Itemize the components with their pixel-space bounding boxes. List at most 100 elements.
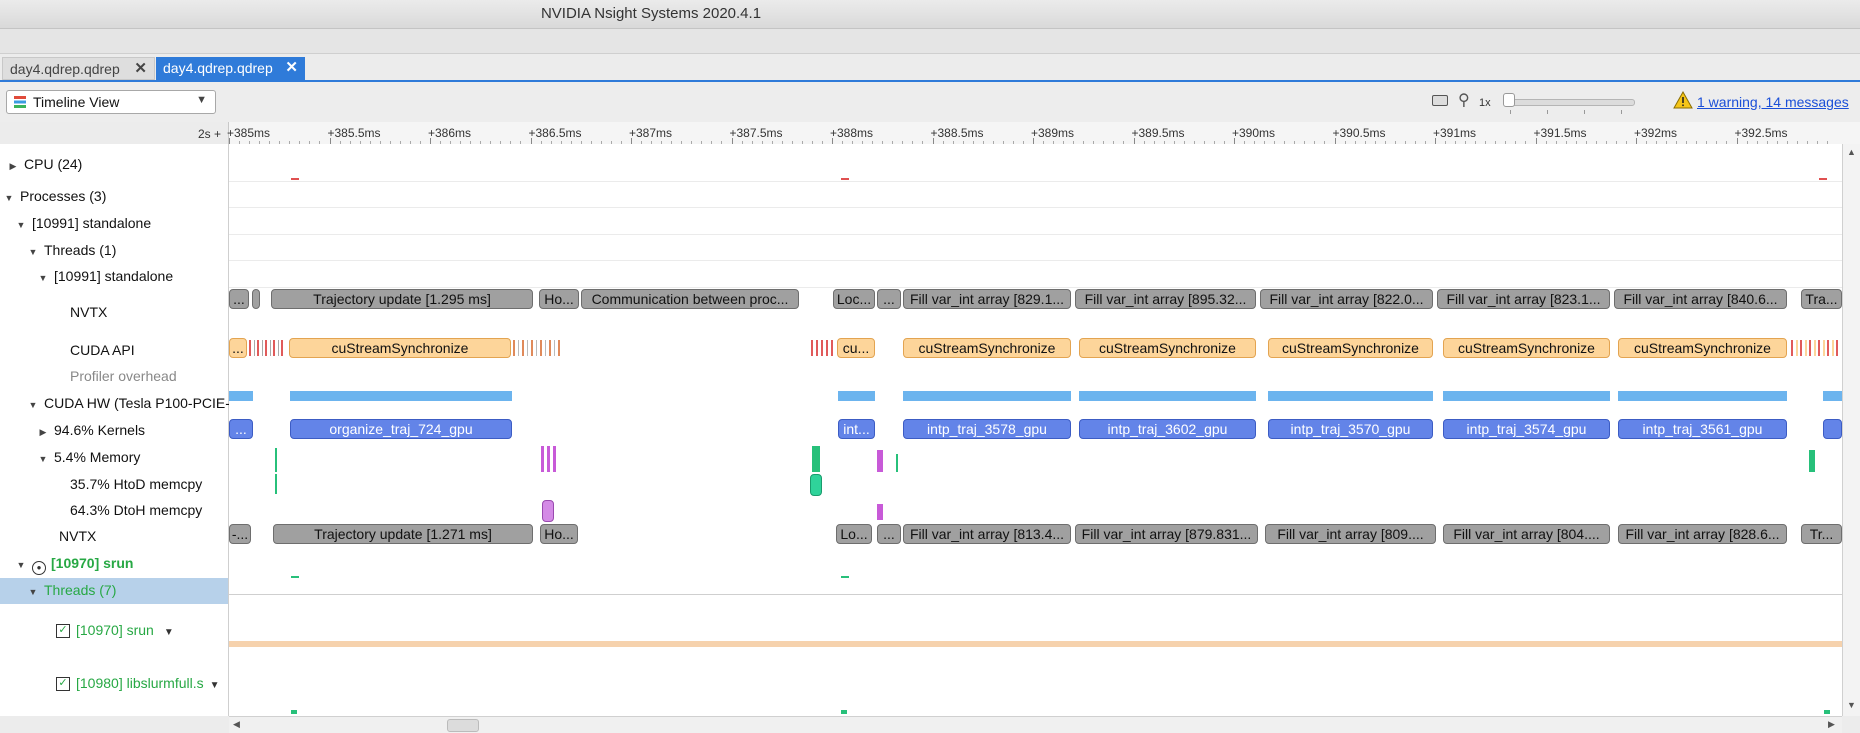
radio-icon[interactable]: ● (32, 561, 46, 575)
ruler-origin: 2s + (0, 122, 229, 144)
nvtx-range[interactable]: Lo... (836, 524, 872, 544)
tree-row-cpu[interactable]: ▶ CPU (24) (8, 156, 236, 172)
checkbox[interactable]: ✓ (56, 677, 70, 692)
warnings-link[interactable]: 1 warning, 14 messages (1697, 94, 1849, 110)
collapse-triangle-icon[interactable]: ▼ (28, 400, 38, 410)
chevron-down-icon[interactable]: ▼ (210, 680, 220, 691)
memcpy-mark (877, 504, 883, 520)
kernel-launch[interactable]: intp_traj_3570_gpu (1268, 419, 1433, 439)
gpu-utilization-bar (290, 391, 512, 401)
cuda-api-call[interactable]: cuStreamSynchronize (1268, 338, 1433, 358)
cuda-api-call[interactable]: cuStreamSynchronize (903, 338, 1071, 358)
vertical-scrollbar[interactable]: ▲ ▼ (1842, 144, 1860, 716)
close-icon[interactable]: ✕ (134, 58, 147, 80)
nvtx-range[interactable]: ... (229, 289, 249, 309)
scroll-left-icon[interactable]: ◀ (233, 719, 240, 730)
chevron-down-icon[interactable]: ▼ (164, 627, 174, 638)
nvtx-range[interactable]: Fill var_int array [829.1... (903, 289, 1071, 309)
kernel-launch[interactable] (1823, 419, 1842, 439)
nvtx-range[interactable]: Fill var_int array [879.831... (1075, 524, 1258, 544)
kernel-launch[interactable]: organize_traj_724_gpu (290, 419, 512, 439)
tab-day4-inactive[interactable]: day4.qdrep.qdrep ✕ (2, 57, 155, 80)
cuda-api-call[interactable]: ... (229, 338, 247, 358)
collapse-triangle-icon[interactable]: ▼ (28, 247, 38, 257)
title-bar: NVIDIA Nsight Systems 2020.4.1 (0, 0, 1860, 29)
tree-row-process-10991[interactable]: ▼ [10991] standalone (16, 215, 244, 231)
nvtx-range[interactable]: Tr... (1801, 524, 1842, 544)
zoom-slider-track[interactable] (1505, 99, 1635, 106)
close-icon[interactable]: ✕ (285, 57, 298, 79)
nvtx-range[interactable]: ... (877, 524, 901, 544)
view-selector-dropdown[interactable]: Timeline View ▼ (6, 90, 216, 114)
time-ruler[interactable]: 2s + +385ms +385.5ms +386ms +386.5ms +387ms +… (0, 122, 1860, 145)
zoom-slider-thumb[interactable] (1503, 93, 1515, 107)
kernel-launch[interactable]: int... (838, 419, 875, 439)
kernel-launch[interactable]: intp_traj_3602_gpu (1079, 419, 1256, 439)
dtoh-memcpy[interactable] (542, 500, 554, 522)
scroll-thumb[interactable] (447, 719, 479, 732)
cpu-event-mark (841, 178, 849, 180)
ruler-tick-label: +391ms (1433, 126, 1477, 140)
tree-row-threads-7[interactable]: ▼ Threads (7) (28, 582, 256, 598)
cuda-api-call[interactable]: cuStreamSynchronize (1443, 338, 1610, 358)
htod-memcpy[interactable] (810, 474, 822, 496)
tree-row-threads-1[interactable]: ▼ Threads (1) (28, 242, 256, 258)
scroll-right-icon[interactable]: ▶ (1828, 719, 1835, 730)
collapse-triangle-icon[interactable]: ▼ (4, 193, 14, 203)
ruler-tick-label: +386ms (428, 126, 472, 140)
collapse-triangle-icon[interactable]: ▼ (28, 587, 38, 597)
tab-day4-active[interactable]: day4.qdrep.qdrep ✕ (156, 57, 305, 80)
tree-row-cuda-hw[interactable]: ▼ CUDA HW (Tesla P100-PCIE- (28, 395, 256, 411)
cuda-api-call[interactable]: cuStreamSynchronize (1079, 338, 1256, 358)
nvtx-range[interactable]: Communication between proc... (581, 289, 799, 309)
nvtx-range[interactable]: ... (877, 289, 901, 309)
nvtx-range[interactable]: Fill var_int array [823.1... (1437, 289, 1610, 309)
collapse-triangle-icon[interactable]: ▼ (38, 273, 48, 283)
kernel-launch[interactable]: ... (229, 419, 253, 439)
nvtx-range[interactable]: Fill var_int array [804.... (1443, 524, 1610, 544)
expand-triangle-icon[interactable]: ▶ (38, 427, 48, 438)
expand-triangle-icon[interactable]: ▶ (8, 161, 18, 172)
checkbox[interactable]: ✓ (56, 624, 70, 639)
cuda-api-call[interactable]: cuStreamSynchronize (1618, 338, 1787, 358)
tree-row-process-10970[interactable]: ▼ ● [10970] srun (16, 555, 244, 575)
nvtx-range[interactable]: -... (229, 524, 251, 544)
collapse-triangle-icon[interactable]: ▼ (38, 454, 48, 464)
nvtx-range[interactable]: Fill var_int array [813.4... (903, 524, 1071, 544)
nvtx-range[interactable]: Trajectory update [1.271 ms] (273, 524, 533, 544)
nvtx-range[interactable]: Fill var_int array [822.0... (1260, 289, 1433, 309)
nvtx-range[interactable]: Fill var_int array [828.6... (1618, 524, 1787, 544)
kernel-launch[interactable]: intp_traj_3574_gpu (1443, 419, 1610, 439)
tree-label: 94.6% Kernels (54, 422, 146, 438)
horizontal-scrollbar[interactable]: ◀ ▶ (229, 716, 1842, 733)
keyboard-icon[interactable] (1432, 95, 1448, 106)
kernel-launch[interactable]: intp_traj_3578_gpu (903, 419, 1071, 439)
kernel-launch[interactable]: intp_traj_3561_gpu (1618, 419, 1787, 439)
ruler-tick-label: +390.5ms (1332, 126, 1386, 140)
collapse-triangle-icon[interactable]: ▼ (16, 220, 26, 230)
row-divider (229, 260, 1842, 261)
scroll-up-icon[interactable]: ▲ (1847, 147, 1856, 157)
cuda-api-call[interactable]: cu... (837, 338, 875, 358)
memcpy-mark (541, 446, 559, 472)
slider-tick (1584, 110, 1585, 114)
nvtx-range[interactable]: Fill var_int array [840.6... (1614, 289, 1787, 309)
nvtx-range[interactable]: Fill var_int array [895.32... (1075, 289, 1256, 309)
tree-row-processes[interactable]: ▼ Processes (3) (4, 188, 232, 204)
nvtx-range[interactable]: Ho... (539, 289, 579, 309)
nvtx-range[interactable]: Tra... (1801, 289, 1842, 309)
tree-label: 35.7% HtoD memcpy (70, 476, 203, 492)
zoom-icon[interactable]: ⚲ (1458, 90, 1470, 110)
cuda-api-call[interactable]: cuStreamSynchronize (289, 338, 511, 358)
nvtx-range[interactable]: Loc... (833, 289, 875, 309)
scroll-down-icon[interactable]: ▼ (1847, 700, 1856, 710)
nvtx-range[interactable]: Trajectory update [1.295 ms] (271, 289, 533, 309)
collapse-triangle-icon[interactable]: ▼ (16, 560, 26, 570)
warning-icon (1673, 91, 1693, 109)
timeline-plot[interactable]: ... Trajectory update [1.295 ms] Ho... C… (229, 144, 1842, 716)
nvtx-range[interactable]: Ho... (540, 524, 578, 544)
tree-label: Threads (7) (44, 582, 117, 598)
ruler-tick-label: +391.5ms (1533, 126, 1587, 140)
nvtx-range-small[interactable] (252, 289, 260, 309)
nvtx-range[interactable]: Fill var_int array [809.... (1265, 524, 1436, 544)
